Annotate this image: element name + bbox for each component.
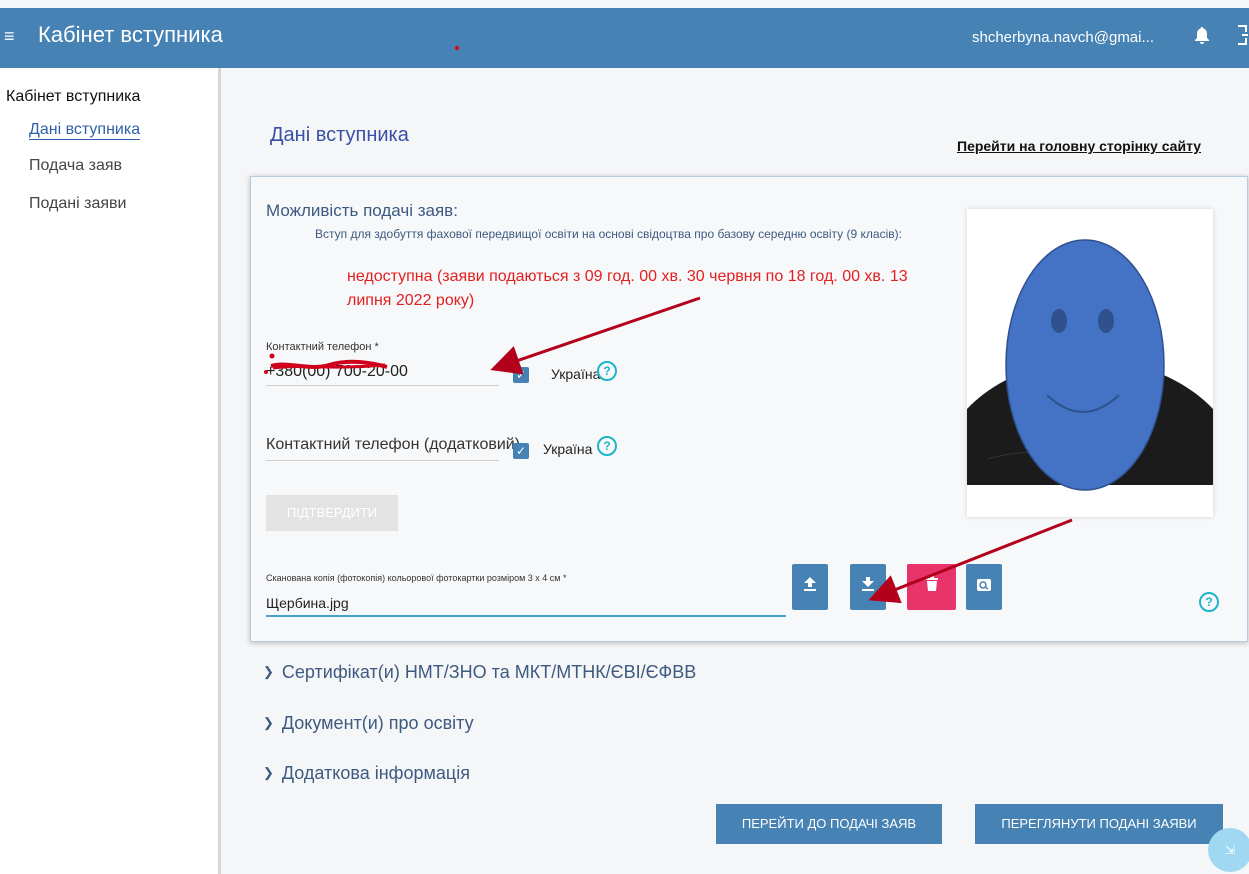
top-app-bar: ≡ Кабінет вступника shcherbyna.navch@gma…: [0, 8, 1249, 68]
accordion-certificates-label: Сертифікат(и) НМТ/ЗНО та МКТ/МТНК/ЄВІ/ЄФ…: [281, 662, 697, 682]
sidebar-item-applicant-data[interactable]: Дані вступника: [29, 121, 141, 140]
accordion-additional-info[interactable]: ❯ Додаткова інформація: [263, 763, 470, 784]
phone-extra-label[interactable]: Контактний телефон (додатковий): [266, 436, 520, 454]
collapse-fab-icon[interactable]: ⇲: [1208, 828, 1249, 872]
phone-country-label: Україна: [551, 366, 601, 382]
phone-label: Контактний телефон *: [266, 341, 379, 353]
phone-underline: [266, 385, 499, 386]
home-page-link[interactable]: Перейти на головну сторінку сайту: [957, 138, 1201, 154]
chevron-down-icon: ❯: [263, 715, 274, 730]
redaction-scribble: [270, 359, 388, 370]
applicant-data-card: Можливість подачі заяв: Вступ для здобут…: [250, 176, 1248, 642]
download-icon: [862, 577, 874, 591]
delete-button[interactable]: [907, 564, 956, 610]
possibility-description: Вступ для здобуття фахової передвищої ос…: [315, 227, 902, 241]
preview-button[interactable]: [966, 564, 1002, 610]
sidebar-heading: Кабінет вступника: [6, 88, 141, 105]
photo-scan-input[interactable]: Щербина.jpg: [266, 595, 349, 611]
preview-icon: [977, 579, 991, 591]
exit-icon[interactable]: [1236, 24, 1248, 52]
sidebar-item-submitted-applications[interactable]: Подані заяви: [29, 195, 126, 213]
view-applications-button[interactable]: ПЕРЕГЛЯНУТИ ПОДАНІ ЗАЯВИ: [975, 804, 1223, 844]
phone-extra-underline: [266, 460, 499, 461]
upload-icon: [804, 577, 816, 591]
page-title: Дані вступника: [270, 124, 409, 146]
phone-country-checkbox[interactable]: ✓: [513, 367, 529, 383]
bell-icon[interactable]: [1195, 27, 1209, 49]
sidebar: Кабінет вступника Дані вступника Подача …: [0, 68, 221, 874]
accordion-education-documents-label: Документ(и) про освіту: [281, 713, 474, 733]
applicant-photo: [967, 209, 1213, 517]
sidebar-item-submit-applications[interactable]: Подача заяв: [29, 157, 122, 175]
phone-help-icon[interactable]: ?: [597, 361, 617, 381]
photo-help-icon[interactable]: ?: [1199, 592, 1219, 612]
trash-icon: [925, 576, 938, 591]
photo-scan-label: Сканована копія (фотокопія) кольорової ф…: [266, 573, 567, 583]
photo-scan-underline: [266, 615, 786, 617]
confirm-button[interactable]: ПІДТВЕРДИТИ: [266, 495, 398, 531]
chevron-down-icon: ❯: [263, 664, 274, 679]
possibility-title: Можливість подачі заяв:: [266, 201, 458, 220]
possibility-status: недоступна (заяви подаються з 09 год. 00…: [347, 268, 908, 309]
download-button[interactable]: [850, 564, 886, 610]
phone-extra-help-icon[interactable]: ?: [597, 436, 617, 456]
accordion-additional-info-label: Додаткова інформація: [281, 763, 470, 783]
accordion-education-documents[interactable]: ❯ Документ(и) про освіту: [263, 713, 474, 734]
upload-button[interactable]: [792, 564, 828, 610]
annotation-dot: [455, 46, 459, 50]
menu-icon[interactable]: ≡: [4, 26, 15, 47]
go-to-apply-button[interactable]: ПЕРЕЙТИ ДО ПОДАЧІ ЗАЯВ: [716, 804, 942, 844]
chevron-down-icon: ❯: [263, 765, 274, 780]
accordion-certificates[interactable]: ❯ Сертифікат(и) НМТ/ЗНО та МКТ/МТНК/ЄВІ/Є…: [263, 662, 696, 683]
phone-extra-country-checkbox[interactable]: ✓: [513, 443, 529, 459]
user-email[interactable]: shcherbyna.navch@gmai...: [972, 29, 1154, 46]
app-title: Кабінет вступника: [38, 22, 223, 47]
phone-extra-country-label: Україна: [543, 441, 593, 457]
